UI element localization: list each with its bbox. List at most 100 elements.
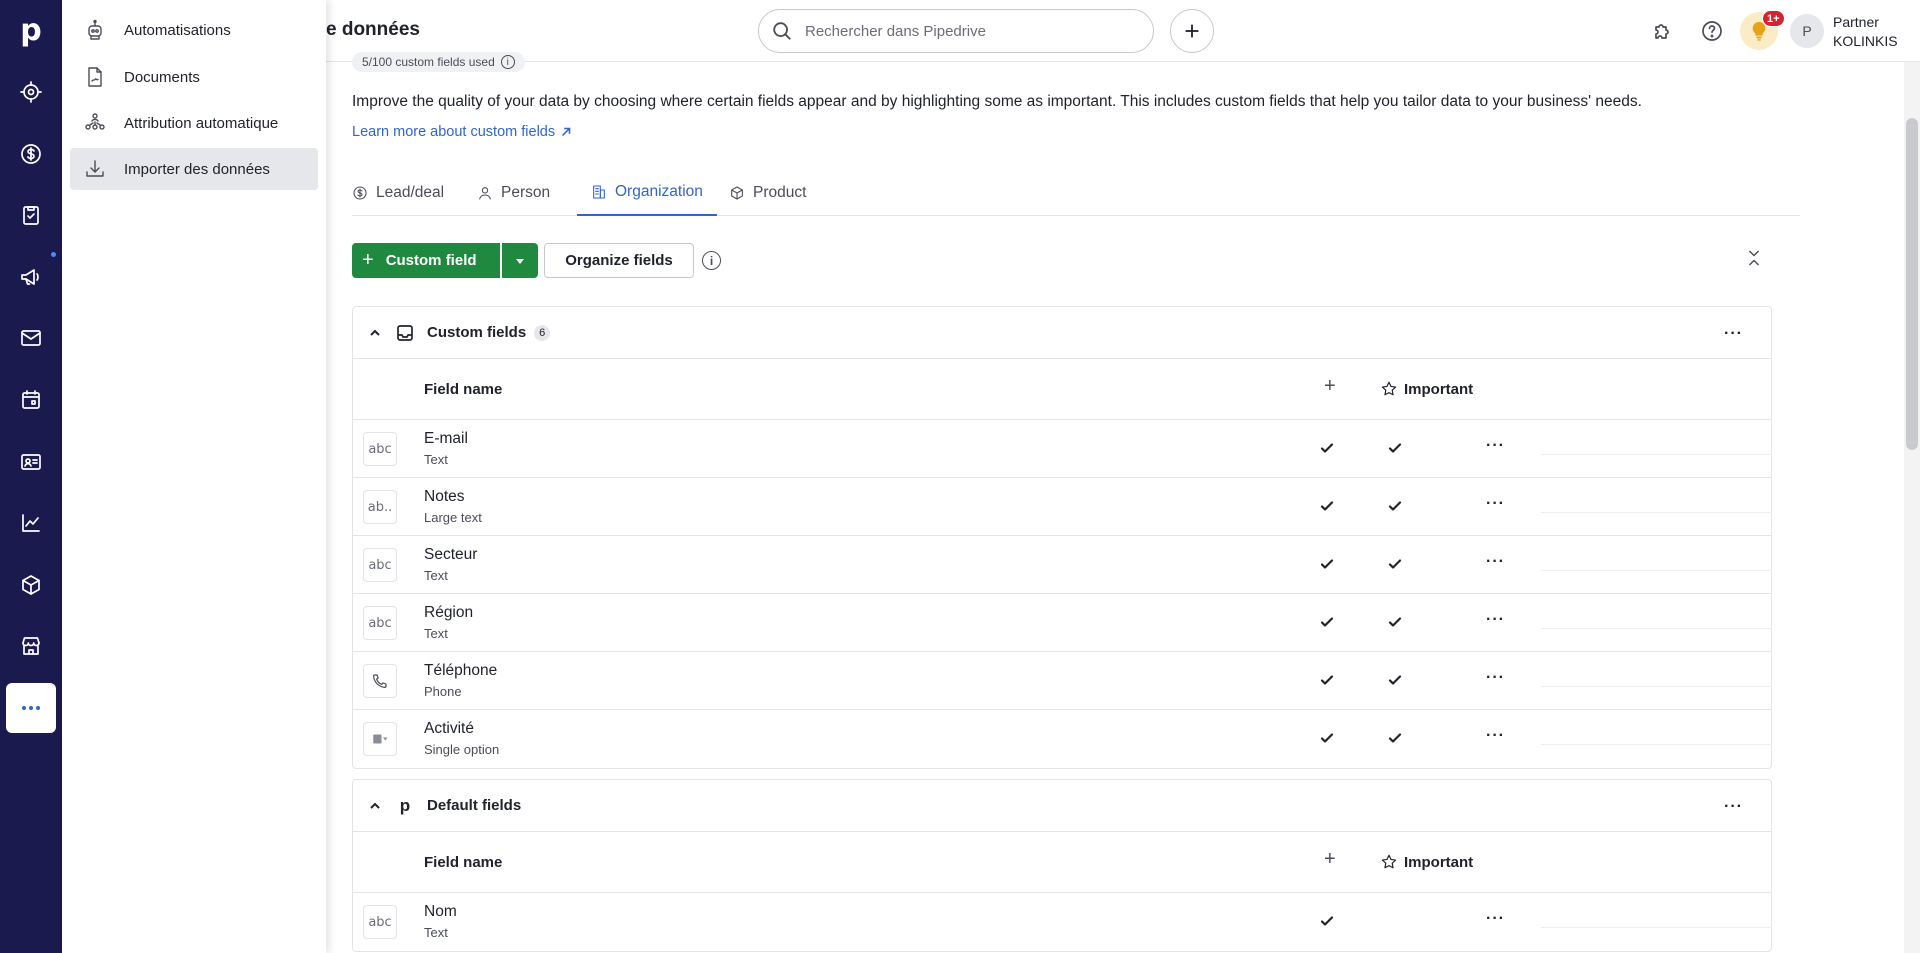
target-icon [20,81,42,103]
table-row[interactable]: abc Secteur Text ··· [353,536,1772,594]
important-check-icon[interactable] [1387,672,1403,688]
important-check-icon[interactable] [1387,498,1403,514]
search-icon [773,22,791,40]
mail-icon [21,330,41,346]
menu-item-label: Automatisations [124,21,231,39]
visible-check-icon[interactable] [1319,440,1335,456]
scrollbar-thumb[interactable] [1906,118,1918,450]
field-type: Text [424,568,448,583]
column-header: Field name + Important [353,832,1771,893]
table-row[interactable]: Téléphone Phone ··· [353,652,1772,710]
rail-item-leads[interactable] [6,67,56,117]
row-divider [1541,570,1772,571]
rail-item-more[interactable] [6,683,56,733]
table-row[interactable]: abc Région Text ··· [353,594,1772,652]
visible-check-icon[interactable] [1319,913,1335,929]
table-row[interactable]: Activité Single option ··· [353,710,1772,768]
info-icon[interactable]: i [702,251,721,270]
row-more-button[interactable]: ··· [1486,727,1505,745]
menu-item-documents[interactable]: Documents [70,56,318,98]
rail-item-products[interactable] [6,560,56,610]
import-icon [82,156,108,182]
user-name: Partner [1833,14,1879,30]
important-check-icon[interactable] [1387,440,1403,456]
quick-add-button[interactable] [1170,9,1214,53]
row-more-button[interactable]: ··· [1486,495,1505,513]
collapse-section-button[interactable] [365,326,385,340]
puzzle-icon [1655,24,1669,39]
row-more-button[interactable]: ··· [1486,553,1505,571]
menu-item-import-data[interactable]: Importer des données [70,148,318,190]
table-row[interactable]: abc E-mail Text ··· [353,420,1772,478]
add-custom-field-button[interactable]: + Custom field [352,243,500,278]
rail-item-mail[interactable] [6,313,56,363]
learn-more-link[interactable]: Learn more about custom fields [352,124,573,140]
avatar[interactable]: P [1790,14,1824,48]
row-more-button[interactable]: ··· [1486,611,1505,629]
user-account[interactable]: Partner KOLINKIS [1833,13,1898,51]
contact-card-icon [21,454,41,470]
table-row[interactable]: ab.. Notes Large text ··· [353,478,1772,536]
phone-icon [363,664,397,698]
section-title: Default fields [427,797,522,814]
info-icon[interactable]: i [500,55,515,69]
extensions-button[interactable] [1648,16,1678,46]
tab-product[interactable]: Product [729,170,806,216]
visible-check-icon[interactable] [1319,498,1335,514]
row-more-button[interactable]: ··· [1486,669,1505,687]
tab-label: Person [501,184,551,201]
dollar-icon [21,144,41,164]
field-name: Région [424,604,474,621]
rail-item-insights[interactable] [6,498,56,548]
tab-person[interactable]: Person [477,170,550,216]
page-title: e données [326,19,420,40]
global-search[interactable] [758,9,1154,53]
single-option-icon [363,722,397,756]
tab-label: Product [753,184,807,201]
data-fields-page: 5/100 custom fields used i Improve the q… [326,52,1920,953]
rail-item-contacts[interactable] [6,437,56,487]
visible-check-icon[interactable] [1319,556,1335,572]
collapse-section-button[interactable] [365,799,385,813]
custom-field-dropdown-button[interactable] [502,243,538,278]
visible-check-icon[interactable] [1319,672,1335,688]
important-check-icon[interactable] [1387,614,1403,630]
dollar-icon [353,186,367,200]
section-more-button[interactable]: ··· [1724,325,1743,343]
table-row[interactable]: abc Nom Text ··· [353,893,1772,951]
rail-item-deals[interactable] [6,129,56,179]
visible-check-icon[interactable] [1319,614,1335,630]
organize-fields-button[interactable]: Organize fields [544,243,694,278]
row-divider [1541,744,1772,745]
tab-lead-deal[interactable]: Lead/deal [352,170,444,216]
rail-item-calendar[interactable] [6,375,56,425]
collapse-all-button[interactable] [1744,248,1766,270]
field-name-column: Field name [424,381,503,398]
rail-item-campaigns[interactable] [6,252,56,302]
menu-item-automations[interactable]: Automatisations [70,9,318,51]
row-more-button[interactable]: ··· [1486,437,1505,455]
help-button[interactable] [1697,16,1727,46]
menu-item-label: Attribution automatique [124,114,279,132]
field-type: Large text [424,510,482,525]
important-check-icon[interactable] [1387,730,1403,746]
pipedrive-logo[interactable]: p [0,8,62,52]
notification-dot [51,252,56,257]
add-column-icon[interactable]: + [1324,375,1336,398]
box-icon [22,575,40,595]
rail-item-activities[interactable] [6,190,56,240]
tab-organization[interactable]: Organization [577,170,717,216]
add-column-icon[interactable]: + [1324,848,1336,871]
menu-item-auto-assignment[interactable]: Attribution automatique [70,102,318,144]
visible-check-icon[interactable] [1319,730,1335,746]
company-name: KOLINKIS [1833,33,1898,49]
section-more-button[interactable]: ··· [1724,798,1743,816]
search-input[interactable] [805,22,1125,40]
rail-item-marketplace[interactable] [6,621,56,671]
important-column: Important [1380,853,1473,871]
row-more-button[interactable]: ··· [1486,910,1505,928]
collapse-icon [1749,250,1759,266]
column-header: Field name + Important [353,359,1771,420]
important-check-icon[interactable] [1387,556,1403,572]
row-divider [1541,686,1772,687]
